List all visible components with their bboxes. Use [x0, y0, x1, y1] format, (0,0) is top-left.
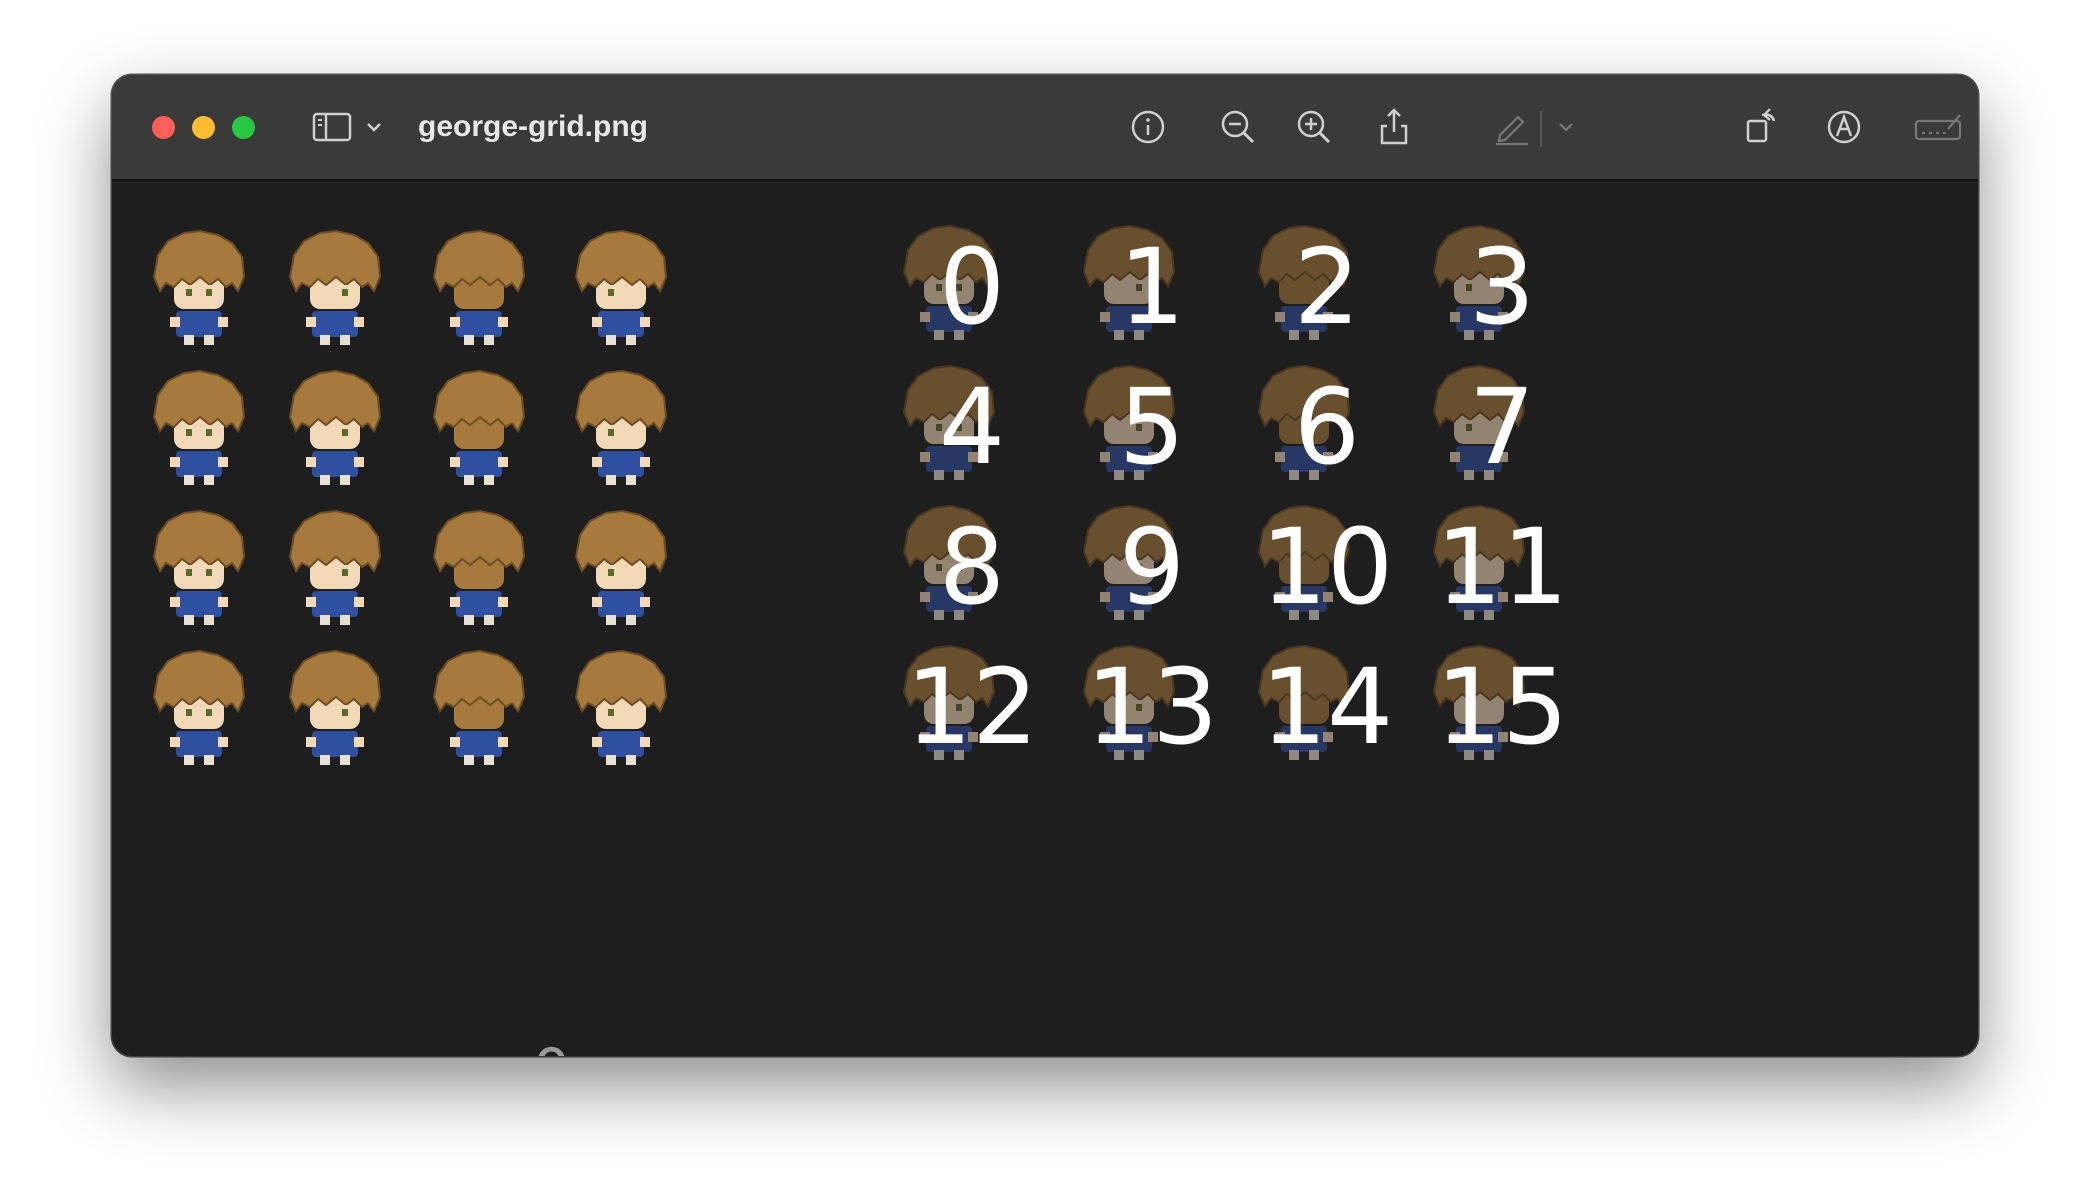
sprite-back — [420, 227, 538, 352]
numbered-sprite-cell: 1 — [1062, 222, 1242, 352]
image-caption: george_0.png — [292, 1036, 704, 1056]
chevron-down-icon[interactable] — [1552, 105, 1580, 149]
frame-index-label: 14 — [1260, 646, 1394, 768]
numbered-sprite-cell: 9 — [1062, 502, 1242, 632]
share-icon[interactable] — [1372, 105, 1416, 149]
frame-index-label: 7 — [1468, 366, 1536, 488]
frame-index-label: 0 — [938, 226, 1006, 348]
sprite-right — [276, 367, 394, 492]
frame-index-label: 12 — [905, 646, 1039, 768]
chevron-down-icon[interactable] — [360, 105, 388, 149]
sprite-back — [420, 507, 538, 632]
preview-window: george-grid.png 0 1 2 3 4 5 6 7 8 9 10 1… — [112, 75, 1978, 1056]
zoom-out-icon[interactable] — [1216, 105, 1260, 149]
numbered-sprite-cell: 0 — [882, 222, 1062, 352]
frame-index-label: 1 — [1118, 226, 1186, 348]
sprite-front — [140, 227, 258, 352]
sprite-left — [562, 507, 680, 632]
sidebar-icon[interactable] — [310, 105, 354, 149]
numbered-sprite-cell: 14 — [1237, 642, 1417, 772]
frame-index-label: 4 — [938, 366, 1006, 488]
info-icon[interactable] — [1126, 105, 1170, 149]
sprite-left — [562, 367, 680, 492]
frame-index-label: 3 — [1468, 226, 1536, 348]
numbered-sprite-cell: 3 — [1412, 222, 1592, 352]
numbered-sprite-cell: 4 — [882, 362, 1062, 492]
image-canvas: 0123456789101112131415 george_0.png — [112, 181, 1978, 1056]
sprite-right — [276, 647, 394, 772]
markup-pen-icon[interactable] — [1490, 105, 1534, 149]
numbered-sprite-cell: 15 — [1412, 642, 1592, 772]
numbered-sprite-cell: 10 — [1237, 502, 1417, 632]
frame-index-label: 15 — [1435, 646, 1569, 768]
toolbar-separator — [1540, 111, 1542, 147]
numbered-sprite-cell: 2 — [1237, 222, 1417, 352]
frame-index-label: 2 — [1293, 226, 1361, 348]
sprite-right — [276, 507, 394, 632]
numbered-sprite-cell: 5 — [1062, 362, 1242, 492]
numbered-sprite-cell: 13 — [1062, 642, 1242, 772]
sprite-back — [420, 647, 538, 772]
frame-index-label: 10 — [1260, 506, 1394, 628]
frame-index-label: 8 — [938, 506, 1006, 628]
numbered-sprite-cell: 12 — [882, 642, 1062, 772]
titlebar: george-grid.png — [112, 75, 1978, 181]
frame-index-label: 5 — [1118, 366, 1186, 488]
sprite-back — [420, 367, 538, 492]
frame-index-label: 6 — [1293, 366, 1361, 488]
sprite-left — [562, 647, 680, 772]
window-title: george-grid.png — [418, 110, 648, 143]
numbered-sprite-cell: 6 — [1237, 362, 1417, 492]
frame-index-label: 13 — [1085, 646, 1219, 768]
sprite-front — [140, 507, 258, 632]
close-button[interactable] — [152, 116, 175, 139]
sprite-front — [140, 647, 258, 772]
markup-icon[interactable] — [1822, 105, 1866, 149]
numbered-sprite-cell: 8 — [882, 502, 1062, 632]
rotate-icon[interactable] — [1740, 105, 1784, 149]
numbered-sprite-cell: 7 — [1412, 362, 1592, 492]
minimize-button[interactable] — [192, 116, 215, 139]
frame-index-label: 9 — [1118, 506, 1186, 628]
signature-icon[interactable] — [1912, 105, 1966, 149]
zoom-in-icon[interactable] — [1292, 105, 1336, 149]
sprite-front — [140, 367, 258, 492]
zoom-button[interactable] — [232, 116, 255, 139]
numbered-sprite-cell: 11 — [1412, 502, 1592, 632]
sprite-right — [276, 227, 394, 352]
frame-index-label: 11 — [1435, 506, 1569, 628]
sprite-left — [562, 227, 680, 352]
